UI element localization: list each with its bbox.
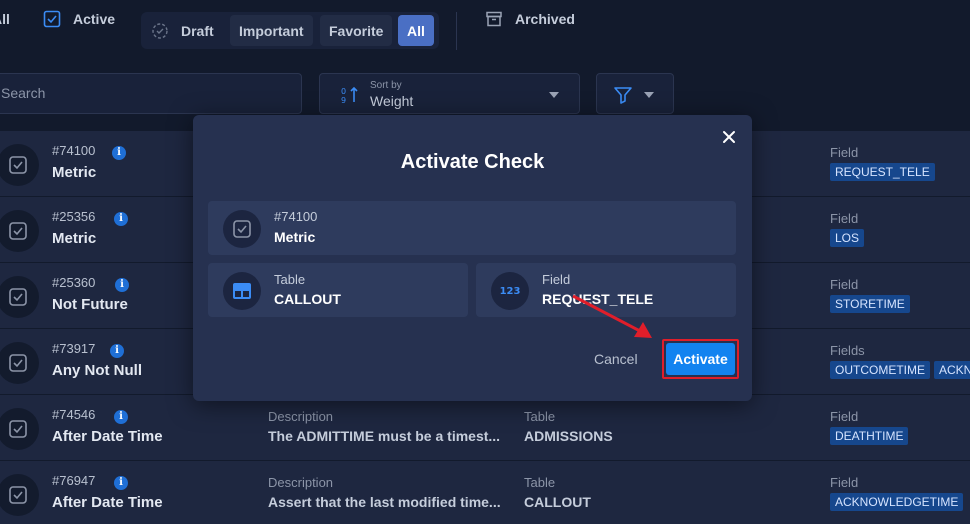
activate-button-highlight: Activate	[662, 339, 739, 379]
check-name: After Date Time	[52, 428, 163, 445]
activate-check-dialog: Activate Check #74100 Metric Table CALLO…	[193, 115, 752, 401]
draft-group: Draft Important Favorite All	[141, 12, 439, 49]
cancel-button[interactable]: Cancel	[594, 351, 638, 367]
tab-all-partial[interactable]: All	[0, 0, 10, 37]
check-id: #74100	[52, 143, 96, 158]
close-icon[interactable]	[721, 129, 737, 145]
info-icon[interactable]: i	[112, 146, 126, 160]
filter-button[interactable]	[596, 73, 674, 114]
tab-label: Draft	[181, 22, 214, 39]
field-label: Field	[830, 475, 859, 490]
tab-label: Active	[73, 10, 116, 27]
tab-label: Archived	[515, 10, 575, 27]
check-id: #76947	[52, 473, 96, 488]
check-id: #73917	[52, 341, 96, 356]
funnel-icon	[614, 87, 632, 104]
sort-label: Sort by	[370, 80, 402, 91]
description-text: The ADMITTIME must be a timest...	[268, 428, 501, 444]
field-label: Field	[830, 409, 859, 424]
table-value: ADMISSIONS	[524, 428, 613, 444]
check-icon	[0, 474, 39, 516]
check-id: #25356	[52, 209, 96, 224]
check-icon	[0, 342, 39, 384]
field-label: Field	[830, 277, 859, 292]
table-row[interactable]: #74546 i After Date Time Description The…	[0, 395, 970, 461]
check-name: Not Future	[52, 296, 128, 313]
field-tags: STORETIME	[830, 295, 910, 313]
description-label: Description	[268, 475, 334, 490]
sort-value: Weight	[370, 93, 414, 109]
info-icon[interactable]: i	[110, 344, 124, 358]
check-id: #74546	[52, 407, 96, 422]
svg-text:9: 9	[341, 96, 346, 105]
field-label: Fields	[830, 343, 865, 358]
field-tag: ACKNOWLEDGETIME	[830, 493, 964, 511]
archive-icon	[486, 11, 502, 26]
sort-select[interactable]: 0 9 Sort by Weight	[319, 73, 580, 114]
field-tag: REQUEST_TELE	[830, 163, 935, 181]
field-tag: ACKN	[934, 361, 970, 379]
description-text: Assert that the last modified time...	[268, 494, 501, 510]
tab-active[interactable]: Active	[43, 0, 115, 37]
description-label: Description	[268, 409, 334, 424]
info-icon[interactable]: i	[114, 212, 128, 226]
info-icon[interactable]: i	[114, 410, 128, 424]
chevron-down-icon	[644, 92, 654, 98]
table-label: Table	[274, 272, 306, 287]
sort-numeric-icon: 0 9	[341, 86, 358, 105]
chevron-down-icon	[549, 92, 559, 98]
draft-circle-icon	[152, 22, 168, 39]
field-tag: DEATHTIME	[830, 427, 909, 445]
svg-text:0: 0	[341, 87, 346, 96]
table-icon	[223, 272, 261, 310]
field-label: Field	[830, 145, 859, 160]
table-card: Table CALLOUT	[208, 263, 468, 317]
check-icon	[0, 408, 39, 450]
check-id: #74100	[274, 209, 318, 224]
table-label: Table	[524, 475, 556, 490]
dialog-title: Activate Check	[400, 151, 545, 173]
check-name: Any Not Null	[52, 362, 142, 379]
checkbox-icon	[43, 10, 61, 27]
tab-important[interactable]: Important	[230, 15, 313, 46]
check-name: Metric	[52, 164, 97, 181]
field-tags: LOS	[830, 229, 865, 247]
divider	[456, 12, 457, 50]
search-input[interactable]: Search	[0, 73, 302, 114]
field-card: 123 Field REQUEST_TELE	[476, 263, 736, 317]
check-icon	[0, 210, 39, 252]
check-name: After Date Time	[52, 494, 163, 511]
field-tags: DEATHTIME	[830, 427, 909, 445]
field-value: REQUEST_TELE	[542, 291, 654, 307]
info-icon[interactable]: i	[115, 278, 129, 292]
tab-favorite[interactable]: Favorite	[320, 15, 393, 46]
numeric-field-icon: 123	[491, 272, 529, 310]
check-name: Metric	[52, 230, 97, 247]
check-icon	[0, 276, 39, 318]
activate-button[interactable]: Activate	[666, 343, 735, 375]
field-tag: OUTCOMETIME	[830, 361, 930, 379]
tab-label: All	[0, 10, 10, 27]
check-id: #25360	[52, 275, 96, 290]
check-summary-card: #74100 Metric	[208, 201, 736, 255]
check-name: Metric	[274, 229, 316, 245]
filter-bar: All Active Draft Important Favorite All …	[0, 0, 970, 62]
table-row[interactable]: #76947 i After Date Time Description Ass…	[0, 461, 970, 524]
tab-all[interactable]: All	[398, 15, 434, 46]
field-tag: LOS	[830, 229, 865, 247]
field-tag: STORETIME	[830, 295, 910, 313]
table-value: CALLOUT	[524, 494, 591, 510]
check-icon	[0, 144, 39, 186]
table-value: CALLOUT	[274, 291, 341, 307]
info-icon[interactable]: i	[114, 476, 128, 490]
field-tags: ACKNOWLEDGETIME	[830, 493, 964, 511]
table-label: Table	[524, 409, 556, 424]
field-label: Field	[542, 272, 571, 287]
tab-draft[interactable]: Draft	[151, 12, 214, 49]
field-tags: REQUEST_TELE	[830, 163, 935, 181]
field-label: Field	[830, 211, 859, 226]
check-icon	[223, 210, 261, 248]
tab-archived[interactable]: Archived	[485, 0, 575, 37]
field-tags: OUTCOMETIME ACKN	[830, 361, 970, 379]
